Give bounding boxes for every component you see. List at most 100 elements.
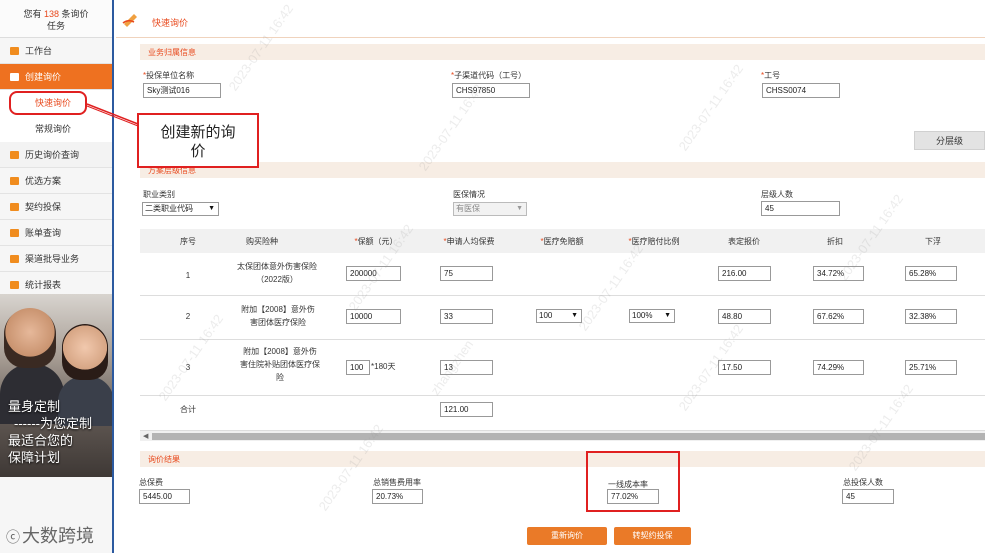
- horizontal-scrollbar[interactable]: ◀: [140, 430, 985, 441]
- banner-person-face: [62, 324, 108, 380]
- insured-label: 总投保人数: [843, 478, 883, 487]
- create-icon: [10, 73, 19, 81]
- list-price-input[interactable]: [718, 360, 771, 375]
- annotation-highlight-cost-rate: [586, 451, 680, 512]
- callout-line: 创建新的询: [160, 124, 236, 141]
- amount-input[interactable]: [346, 360, 370, 375]
- chevron-down-icon: ▼: [664, 312, 671, 319]
- float-input[interactable]: [905, 309, 957, 324]
- sales-rate-output[interactable]: [372, 489, 423, 504]
- task-summary[interactable]: 您有 138 条询价 任务: [0, 0, 112, 38]
- sidebar-item-label: 历史询价查询: [25, 150, 80, 160]
- total-premium-label: 总保费: [139, 478, 163, 487]
- unit-name-input[interactable]: [143, 83, 221, 98]
- premium-input[interactable]: [440, 309, 493, 324]
- insured-output[interactable]: [842, 489, 894, 504]
- logo-icon: ⓒ: [6, 529, 20, 545]
- search-icon: [10, 151, 19, 159]
- discount-input[interactable]: [813, 360, 864, 375]
- banner-line: 保障计划: [8, 450, 61, 465]
- banner-person-face: [4, 308, 56, 368]
- report-icon: [10, 281, 19, 289]
- logo-text: 大数跨境: [22, 526, 94, 546]
- product-name: 附加【2008】意外伤害团体医疗保险: [241, 305, 315, 327]
- tier-button[interactable]: 分层级: [914, 131, 985, 150]
- total-premium-output[interactable]: [139, 489, 190, 504]
- section-title: 询价结果: [148, 455, 180, 464]
- page-header: 快速询价: [116, 0, 985, 38]
- row-divider: [140, 395, 985, 396]
- workbench-icon: [10, 47, 19, 55]
- promo-banner: 量身定制 ------为您定制 最适合您的 保障计划: [0, 294, 112, 477]
- deductible-value: 100: [539, 311, 553, 320]
- task-prefix: 您有: [23, 9, 42, 19]
- section-business: 业务归属信息: [140, 44, 985, 60]
- main-content: 快速询价 业务归属信息 *投保单位名称 *子渠道代码（工号） *工号 分层级 方…: [116, 0, 985, 553]
- sidebar-item-label: 工作台: [25, 46, 53, 56]
- tier-count-input[interactable]: [761, 201, 840, 216]
- amount-suffix: *180天: [371, 362, 396, 371]
- row-number: 3: [185, 363, 191, 372]
- channel-code-input[interactable]: [452, 83, 530, 98]
- sidebar-item-workbench[interactable]: 工作台: [0, 38, 112, 64]
- ratio-select[interactable]: 100% ▼: [629, 309, 675, 323]
- banner-line: 最适合您的: [8, 433, 74, 448]
- sidebar-item-label: 统计报表: [25, 280, 62, 290]
- channel-label: *子渠道代码（工号）: [451, 71, 527, 80]
- batch-icon: [10, 255, 19, 263]
- sidebar-item-create-inquiry[interactable]: 创建询价: [0, 64, 112, 90]
- job-label: *工号: [761, 71, 781, 80]
- banner-line: 量身定制: [8, 399, 61, 414]
- product-name: 太保团体意外伤害保险（2022版）: [237, 262, 317, 284]
- callout-line: 价: [190, 143, 206, 160]
- task-line2: 任务: [46, 21, 65, 31]
- annotation-highlight-quick-inquiry: [9, 91, 87, 115]
- list-price-input[interactable]: [718, 266, 771, 281]
- unit-label: *投保单位名称: [143, 71, 195, 80]
- annotation-callout: 创建新的询 价: [137, 113, 259, 168]
- section-title: 业务归属信息: [148, 48, 196, 57]
- sidebar-item-label: 账单查询: [25, 228, 62, 238]
- chevron-down-icon: ▼: [208, 205, 215, 212]
- premium-input[interactable]: [440, 266, 493, 281]
- sidebar-item-label: 契约投保: [25, 202, 62, 212]
- sidebar: 您有 138 条询价 任务 工作台 创建询价 快速询价 常规询价 历史询价查询 …: [0, 0, 114, 553]
- float-input[interactable]: [905, 266, 957, 281]
- requery-button[interactable]: 重新询价: [527, 527, 607, 545]
- sidebar-item-contract[interactable]: 契约投保: [0, 194, 112, 220]
- scrollbar-thumb[interactable]: [152, 433, 985, 440]
- medical-select[interactable]: 有医保 ▼: [453, 202, 527, 216]
- total-premium-input[interactable]: [440, 402, 493, 417]
- chevron-down-icon: ▼: [516, 205, 523, 212]
- occupation-select[interactable]: 二类职业代码 ▼: [142, 202, 219, 216]
- ratio-value: 100%: [632, 311, 653, 320]
- deductible-select[interactable]: 100 ▼: [536, 309, 582, 323]
- scroll-left-icon[interactable]: ◀: [143, 432, 148, 440]
- banner-line: ------为您定制: [14, 416, 92, 431]
- chevron-down-icon: ▼: [571, 312, 578, 319]
- header-ratio: *医疗赔付比例: [628, 237, 680, 246]
- sidebar-item-batch[interactable]: 渠道批导业务: [0, 246, 112, 272]
- brand-logo: ⓒ 大数跨境: [6, 522, 94, 548]
- sidebar-item-history[interactable]: 历史询价查询: [0, 142, 112, 168]
- amount-input[interactable]: [346, 309, 401, 324]
- occupation-label: 职业类别: [143, 190, 175, 199]
- header-float: 下浮: [925, 237, 941, 246]
- discount-input[interactable]: [813, 266, 864, 281]
- sidebar-item-bills[interactable]: 账单查询: [0, 220, 112, 246]
- header-amount: *保额（元）: [354, 237, 398, 246]
- list-price-input[interactable]: [718, 309, 771, 324]
- float-input[interactable]: [905, 360, 957, 375]
- bill-icon: [10, 229, 19, 237]
- convert-contract-button[interactable]: 转契约投保: [614, 527, 691, 545]
- header-premium: *申请人均保费: [443, 237, 495, 246]
- header-list-price: 表定报价: [728, 237, 760, 246]
- section-plan: 方案层级信息: [140, 162, 985, 178]
- premium-input[interactable]: [440, 360, 493, 375]
- sidebar-item-label: 渠道批导业务: [25, 254, 80, 264]
- job-number-input[interactable]: [762, 83, 840, 98]
- sidebar-item-preferred[interactable]: 优选方案: [0, 168, 112, 194]
- sidebar-item-label: 创建询价: [25, 72, 62, 82]
- discount-input[interactable]: [813, 309, 864, 324]
- amount-input[interactable]: [346, 266, 401, 281]
